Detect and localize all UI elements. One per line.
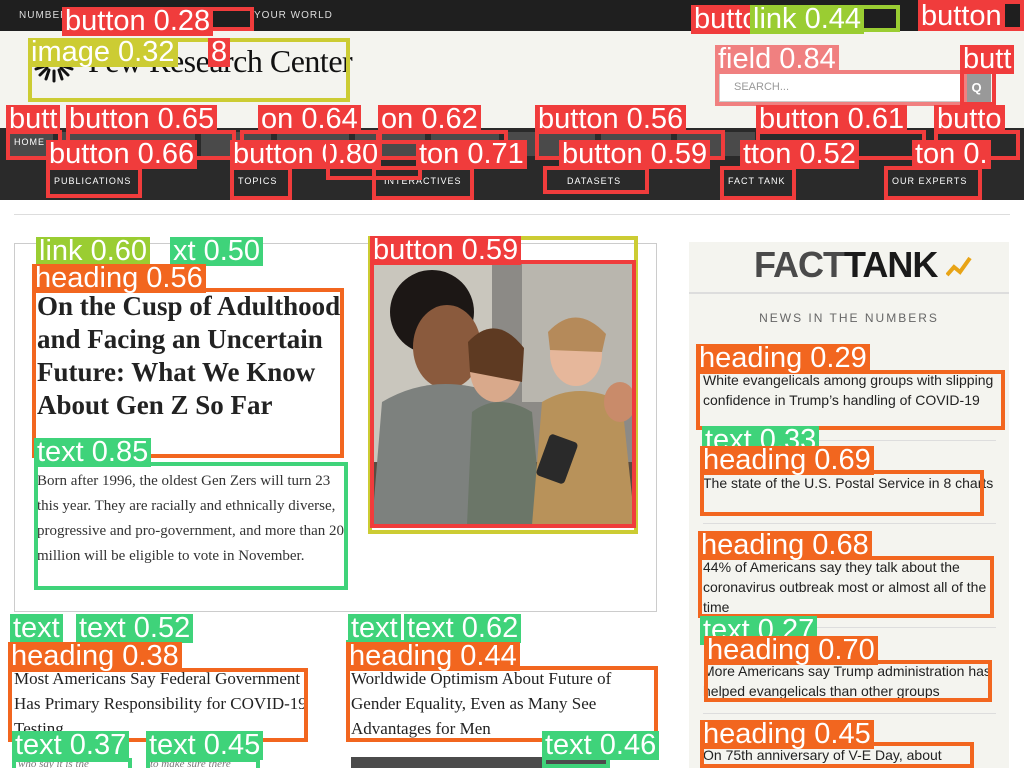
detection-box bbox=[704, 660, 992, 702]
detection-label: 8 bbox=[208, 38, 231, 67]
detection-box bbox=[543, 166, 649, 194]
detection-label: button 0.66 bbox=[46, 140, 198, 169]
detection-label: heading 0.44 bbox=[346, 642, 520, 671]
detection-box bbox=[32, 288, 344, 458]
detection-label: text 0.45 bbox=[146, 731, 264, 760]
rising-chart-icon bbox=[945, 256, 972, 277]
detection-label: text 0.37 bbox=[12, 731, 130, 760]
detection-box bbox=[698, 556, 994, 618]
detection-box bbox=[720, 166, 796, 200]
fact-tank-rule bbox=[689, 292, 1009, 294]
detection-box bbox=[370, 260, 636, 528]
detection-box bbox=[230, 166, 292, 200]
divider bbox=[14, 214, 1010, 215]
detection-label: heading 0.56 bbox=[32, 264, 206, 293]
detection-label: butto bbox=[934, 105, 1005, 134]
detection-box bbox=[46, 166, 142, 198]
detection-label: ton 0.71 bbox=[416, 140, 527, 169]
tagline-right: YOUR WORLD bbox=[254, 10, 333, 21]
story-divider bbox=[703, 523, 996, 524]
detection-label: link 0.44 bbox=[750, 5, 865, 34]
detection-label: image 0.32 bbox=[28, 38, 178, 67]
detection-label: text 0.62 bbox=[404, 614, 522, 643]
detection-label: button 0.65 bbox=[66, 105, 218, 134]
detection-label: heading 0.69 bbox=[700, 446, 874, 475]
detection-label: ton 0. bbox=[912, 140, 991, 169]
detection-label: field 0.84 bbox=[715, 45, 839, 74]
detection-label: tton 0.52 bbox=[740, 140, 859, 169]
detection-label: heading 0.45 bbox=[700, 720, 874, 749]
fact-tank-logo[interactable]: FACTTANK bbox=[754, 244, 972, 286]
detection-label: heading 0.68 bbox=[698, 531, 872, 560]
detection-label: on 0.64 bbox=[258, 105, 361, 134]
detection-label: text bbox=[348, 614, 401, 643]
story-divider bbox=[703, 713, 996, 714]
detection-label: text bbox=[10, 614, 63, 643]
detection-box bbox=[696, 370, 1005, 430]
detection-label: button 0.59 bbox=[559, 140, 711, 169]
detection-label: butt bbox=[960, 45, 1015, 74]
detection-box bbox=[715, 70, 967, 106]
detection-label: heading 0.38 bbox=[8, 642, 182, 671]
detection-label: text 0.46 bbox=[542, 731, 660, 760]
detection-label: button 0.28 bbox=[62, 7, 214, 36]
detection-label: on 0.62 bbox=[378, 105, 481, 134]
detection-label: button bbox=[918, 2, 1005, 31]
detection-label: text 0.52 bbox=[76, 614, 194, 643]
detection-box bbox=[372, 166, 474, 200]
detection-label: heading 0.70 bbox=[704, 636, 878, 665]
fact-tank-fact: FACT bbox=[754, 244, 845, 285]
news-in-the-numbers: NEWS IN THE NUMBERS bbox=[759, 311, 939, 325]
detection-box bbox=[884, 166, 982, 200]
fact-tank-tank: TANK bbox=[844, 244, 938, 285]
detection-box bbox=[960, 70, 996, 106]
detection-label: text 0.85 bbox=[34, 438, 152, 467]
detection-label: heading 0.29 bbox=[696, 344, 870, 373]
detection-label: button 0.61 bbox=[756, 105, 908, 134]
detection-label: button 0.56 bbox=[535, 105, 687, 134]
detection-box bbox=[34, 462, 348, 590]
detection-box bbox=[700, 470, 984, 516]
detection-label: button 0.59 bbox=[370, 236, 522, 265]
detection-label: butt bbox=[6, 105, 61, 134]
